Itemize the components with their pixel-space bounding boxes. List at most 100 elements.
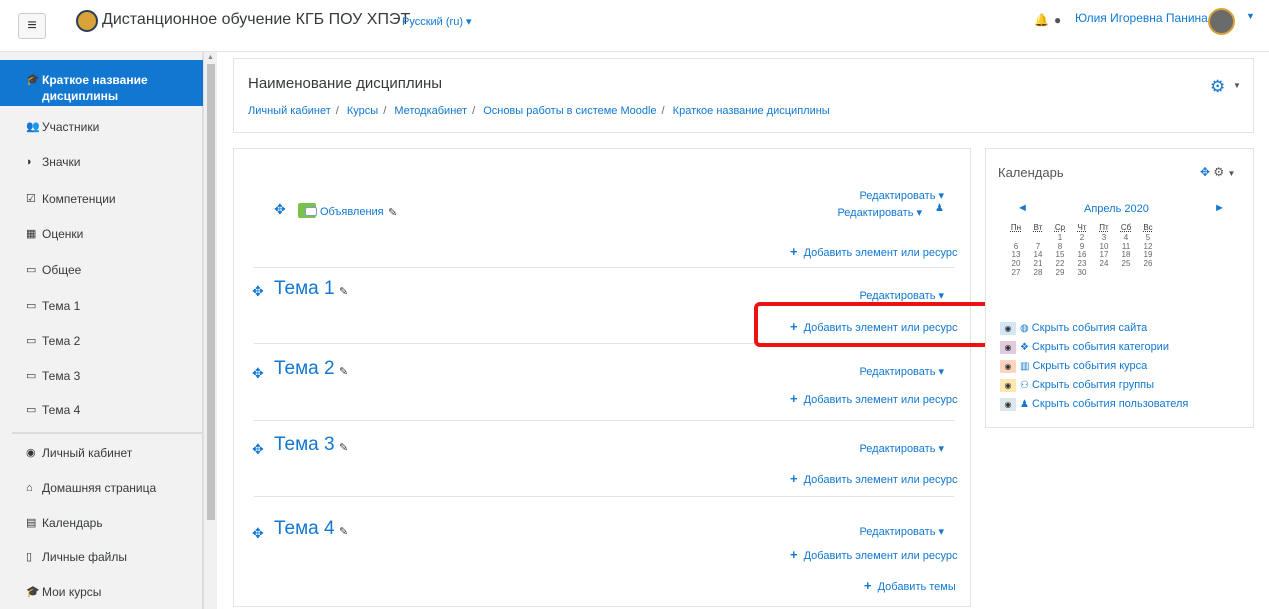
sidebar-item-tema4[interactable]: ▭ Тема 4 — [0, 393, 203, 427]
breadcrumb-item[interactable]: Курсы — [347, 105, 378, 117]
breadcrumb-item[interactable]: Методкабинет — [394, 105, 467, 117]
sidebar-item-my-courses[interactable]: 🎓 Мои курсы — [0, 575, 203, 609]
sidebar-scrollbar[interactable]: ▲ — [203, 52, 217, 609]
message-icon[interactable]: ● — [1054, 13, 1061, 27]
day[interactable]: 25 — [1116, 259, 1136, 268]
add-resource-link[interactable]: + Добавить элемент или ресурс — [790, 391, 958, 406]
forum-link[interactable]: Объявления — [320, 206, 384, 218]
sidebar-item-grades[interactable]: ▦ Оценки — [0, 217, 203, 251]
move-icon[interactable]: ✥ — [252, 283, 264, 300]
day[interactable]: 7 — [1028, 242, 1048, 251]
day[interactable]: 9 — [1072, 242, 1092, 251]
breadcrumb-item[interactable]: Основы работы в системе Moodle — [483, 105, 656, 117]
pencil-icon[interactable]: ✎ — [388, 206, 397, 219]
hamburger-icon[interactable]: ≡ — [18, 13, 46, 39]
day[interactable]: 8 — [1050, 242, 1070, 251]
day[interactable]: 4 — [1116, 233, 1136, 242]
day[interactable]: 5 — [1138, 233, 1158, 242]
bell-icon[interactable]: 🔔 — [1034, 13, 1049, 27]
day[interactable]: 10 — [1094, 242, 1114, 251]
pencil-icon[interactable]: ✎ — [339, 525, 348, 538]
day[interactable]: 17 — [1094, 250, 1114, 259]
day[interactable]: 26 — [1138, 259, 1158, 268]
language-menu[interactable]: Русский (ru) ▾ — [402, 15, 472, 28]
add-sections-link[interactable]: + Добавить темы — [864, 578, 956, 593]
sidebar-item-competencies[interactable]: ☑ Компетенции — [0, 182, 203, 216]
sidebar-item-tema3[interactable]: ▭ Тема 3 — [0, 359, 203, 393]
section-title[interactable]: Тема 1 — [274, 278, 335, 300]
calendar-month[interactable]: Апрель 2020 — [1084, 203, 1149, 215]
event-filter-user[interactable]: ◉ ♟ Скрыть события пользователя — [1000, 396, 1188, 412]
sidebar-item-general[interactable]: ▭ Общее — [0, 253, 203, 287]
sidebar-item-badges[interactable]: ◗ Значки — [0, 145, 203, 179]
sidebar-item-home[interactable]: ⌂ Домашняя страница — [0, 471, 203, 505]
chevron-down-icon[interactable]: ▼ — [1233, 81, 1241, 90]
add-resource-link[interactable]: + Добавить элемент или ресурс — [790, 244, 958, 259]
day[interactable]: 12 — [1138, 242, 1158, 251]
chevron-down-icon[interactable]: ▼ — [1228, 169, 1236, 178]
day[interactable]: 13 — [1006, 250, 1026, 259]
move-icon[interactable]: ✥ — [252, 525, 264, 542]
day[interactable]: 20 — [1006, 259, 1026, 268]
prev-month-icon[interactable]: ◄ — [1017, 202, 1028, 214]
day[interactable]: 29 — [1050, 268, 1070, 277]
edit-menu[interactable]: Редактировать ▾ — [834, 442, 944, 455]
site-logo[interactable] — [76, 10, 98, 32]
sidebar-item-course[interactable]: 🎓 Краткое название дисциплины — [0, 60, 203, 106]
day[interactable]: 18 — [1116, 250, 1136, 259]
site-name[interactable]: Дистанционное обучение КГБ ПОУ ХПЭТ — [102, 11, 410, 29]
section-title[interactable]: Тема 3 — [274, 434, 335, 456]
eye-icon[interactable]: ◉ — [1000, 321, 1016, 335]
gear-icon[interactable]: ⚙ — [1213, 165, 1224, 179]
day[interactable]: 28 — [1028, 268, 1048, 277]
move-icon[interactable]: ✥ — [252, 441, 264, 458]
day[interactable]: 1 — [1050, 233, 1070, 242]
pencil-icon[interactable]: ✎ — [339, 285, 348, 298]
day[interactable]: 30 — [1072, 268, 1092, 277]
day[interactable]: 11 — [1116, 242, 1136, 251]
eye-icon[interactable]: ◉ — [1000, 378, 1016, 392]
breadcrumb-item[interactable]: Личный кабинет — [248, 105, 331, 117]
breadcrumb-item[interactable]: Краткое название дисциплины — [673, 105, 830, 117]
section-title[interactable]: Тема 4 — [274, 518, 335, 540]
scrollbar-thumb[interactable] — [207, 64, 215, 520]
day[interactable]: 2 — [1072, 233, 1092, 242]
section-title[interactable]: Тема 2 — [274, 358, 335, 380]
next-month-icon[interactable]: ► — [1214, 202, 1225, 214]
eye-icon[interactable]: ◉ — [1000, 340, 1016, 354]
move-icon[interactable]: ✥ — [274, 201, 286, 218]
gear-icon[interactable]: ⚙ — [1210, 77, 1225, 97]
day[interactable]: 21 — [1028, 259, 1048, 268]
day[interactable]: 6 — [1006, 242, 1026, 251]
edit-menu[interactable]: Редактировать ▾ — [834, 189, 944, 202]
edit-menu[interactable]: Редактировать ▾ — [794, 206, 922, 219]
day[interactable]: 24 — [1094, 259, 1114, 268]
edit-menu[interactable]: Редактировать ▾ — [834, 365, 944, 378]
day[interactable]: 16 — [1072, 250, 1092, 259]
move-icon[interactable]: ✥ — [252, 365, 264, 382]
sidebar-item-participants[interactable]: 👥 Участники — [0, 110, 203, 144]
sidebar-item-dashboard[interactable]: ◉ Личный кабинет — [0, 436, 203, 470]
pencil-icon[interactable]: ✎ — [339, 441, 348, 454]
sidebar-item-tema2[interactable]: ▭ Тема 2 — [0, 324, 203, 358]
avatar[interactable] — [1208, 8, 1235, 35]
day[interactable]: 27 — [1006, 268, 1026, 277]
day[interactable]: 23 — [1072, 259, 1092, 268]
event-filter-site[interactable]: ◉ ◍ Скрыть события сайта — [1000, 320, 1147, 336]
day[interactable]: 22 — [1050, 259, 1070, 268]
event-filter-course[interactable]: ◉ ▥ Скрыть события курса — [1000, 358, 1147, 374]
sidebar-item-tema1[interactable]: ▭ Тема 1 — [0, 289, 203, 323]
add-resource-link[interactable]: + Добавить элемент или ресурс — [790, 547, 958, 562]
eye-icon[interactable]: ◉ — [1000, 359, 1016, 373]
day[interactable]: 15 — [1050, 250, 1070, 259]
eye-icon[interactable]: ◉ — [1000, 397, 1016, 411]
add-resource-link[interactable]: + Добавить элемент или ресурс — [790, 471, 958, 486]
day[interactable]: 14 — [1028, 250, 1048, 259]
sidebar-item-files[interactable]: ▯ Личные файлы — [0, 540, 203, 574]
chevron-down-icon[interactable]: ▼ — [1246, 11, 1255, 21]
sidebar-item-calendar[interactable]: ▤ Календарь — [0, 506, 203, 540]
user-name[interactable]: Юлия Игоревна Панина — [1075, 11, 1208, 25]
user-icon[interactable]: ♟ — [935, 203, 944, 214]
scroll-up-icon[interactable]: ▲ — [207, 54, 214, 61]
event-filter-category[interactable]: ◉ ❖ Скрыть события категории — [1000, 339, 1169, 355]
